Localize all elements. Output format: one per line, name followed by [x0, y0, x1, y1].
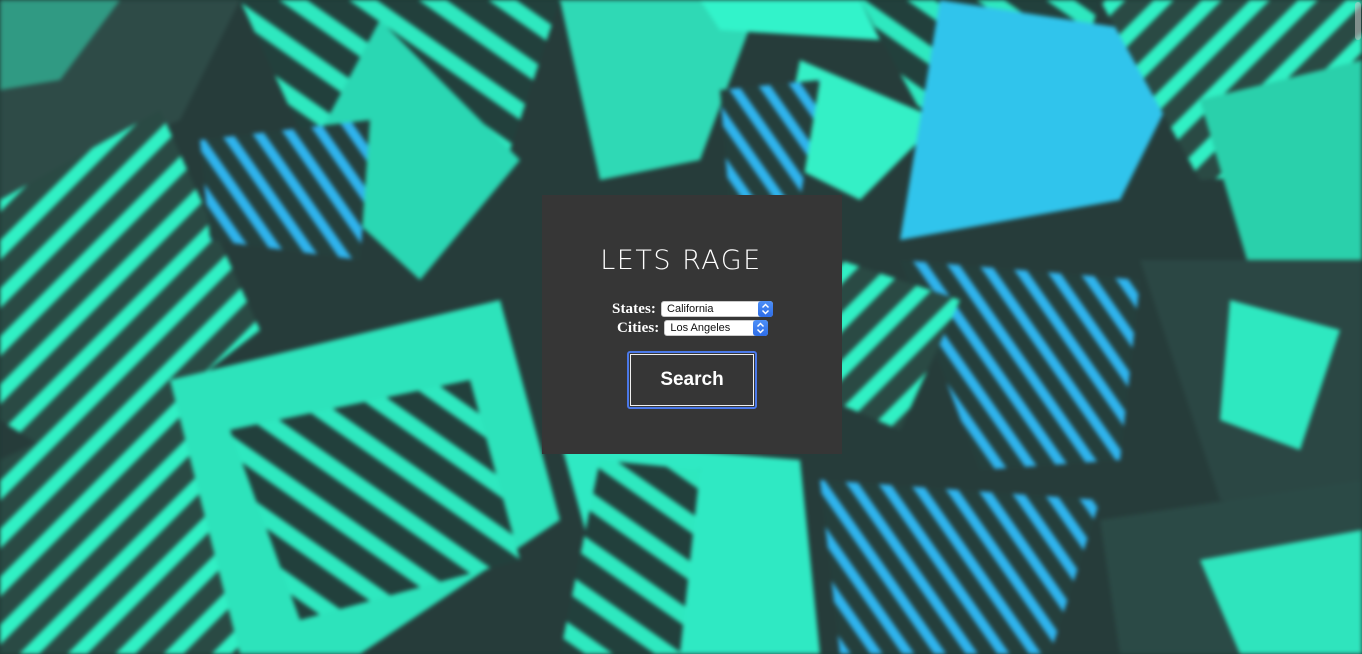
chevron-up-down-icon[interactable] [758, 301, 774, 317]
states-selected-value: California [667, 303, 714, 315]
search-button[interactable]: Search [627, 351, 757, 409]
svg-text:LETS RAGE: LETS RAGE [600, 245, 761, 272]
cities-selected-value: Los Angeles [670, 322, 731, 334]
search-button-label: Search [630, 354, 754, 406]
states-select[interactable]: California [661, 301, 774, 317]
states-label: States: [612, 300, 657, 317]
lets-rage-logo: LETS RAGE [600, 245, 761, 272]
logo: LETS RAGE [0, 244, 1362, 274]
states-row: States: California [612, 300, 774, 318]
scrollbar[interactable] [1354, 0, 1362, 654]
cities-label: Cities: [617, 319, 660, 336]
scrollbar-thumb[interactable] [1355, 2, 1361, 40]
cities-select[interactable]: Los Angeles [664, 320, 769, 336]
chevron-up-down-icon[interactable] [753, 320, 769, 336]
cities-row: Cities: Los Angeles [617, 319, 769, 337]
